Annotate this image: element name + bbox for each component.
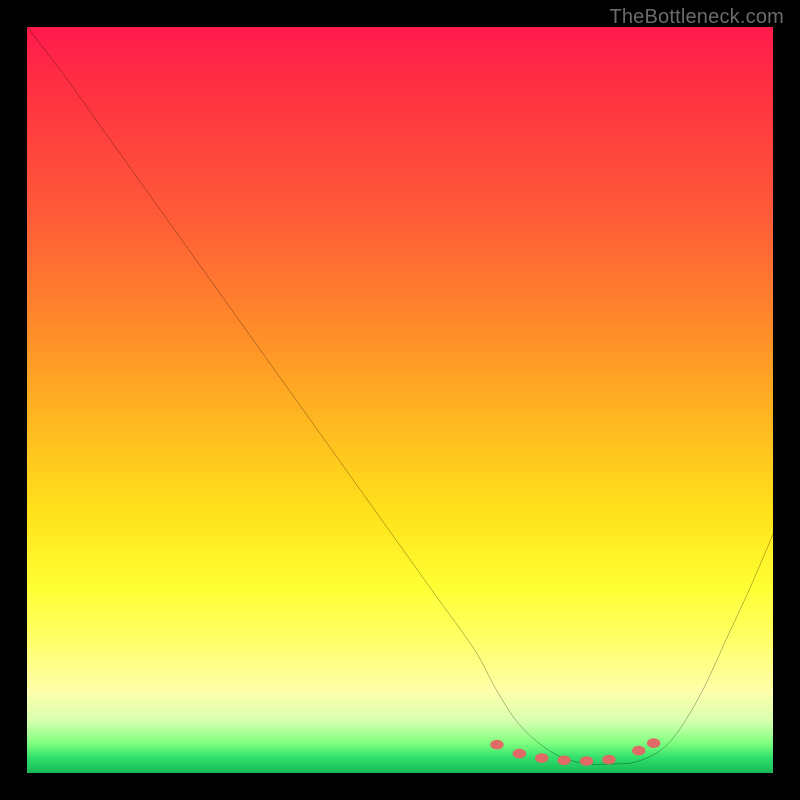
trough-marker-dot <box>557 755 570 765</box>
trough-marker-dot <box>535 753 548 763</box>
trough-marker-dot <box>490 740 503 750</box>
chart-stage: TheBottleneck.com <box>0 0 800 800</box>
trough-marker-dot <box>647 738 660 748</box>
curve-layer <box>27 27 773 773</box>
trough-marker-dot <box>632 746 645 756</box>
trough-marker-dot <box>602 755 615 765</box>
bottleneck-curve <box>27 27 773 764</box>
plot-area <box>27 27 773 773</box>
watermark-text: TheBottleneck.com <box>609 6 784 29</box>
trough-marker-dot <box>513 749 526 759</box>
trough-marker-dot <box>580 756 593 766</box>
